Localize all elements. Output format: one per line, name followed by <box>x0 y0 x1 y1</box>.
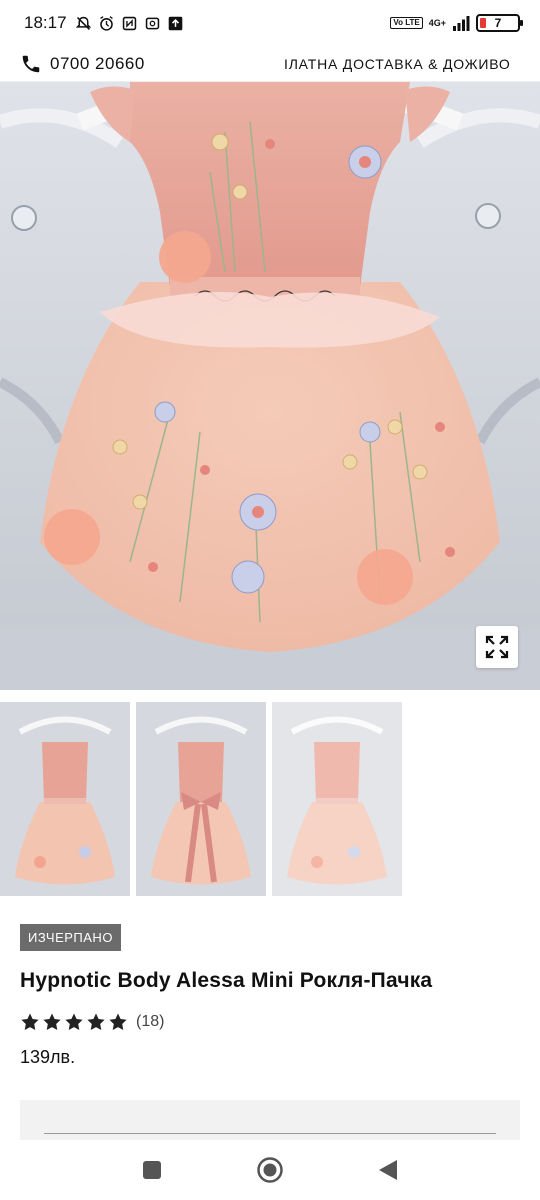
home-button[interactable] <box>256 1156 284 1184</box>
expand-icon <box>485 635 509 659</box>
expand-button[interactable] <box>476 626 518 668</box>
divider <box>44 1133 496 1134</box>
dress-photo <box>0 82 540 690</box>
info-bar: 0700 20660 ІЛАТНА ДОСТАВКА & ДОЖИВО <box>0 46 540 82</box>
signal-icon <box>453 16 470 31</box>
status-time: 18:17 <box>24 13 67 32</box>
alarm-icon <box>99 15 113 31</box>
main-product-image[interactable] <box>0 82 540 690</box>
phone-number: 0700 20660 <box>50 53 145 73</box>
back-button[interactable] <box>374 1156 402 1184</box>
phone-link[interactable]: 0700 20660 <box>0 53 270 75</box>
silent-icon <box>75 16 91 30</box>
thumbnail-front-light[interactable] <box>272 702 402 896</box>
nfc-icon <box>122 16 136 30</box>
system-nav-bar <box>0 1140 540 1200</box>
volte-icon: Vo LTE <box>390 17 423 29</box>
status-bar: 18:17 Vo LTE 4G+ 7 <box>0 0 540 46</box>
rating[interactable]: (18) <box>20 1012 164 1032</box>
star-icon <box>87 1013 105 1030</box>
review-count[interactable]: (18) <box>136 1013 164 1031</box>
star-icon <box>43 1013 61 1030</box>
gallery-notification-icon <box>145 17 159 29</box>
circle-icon <box>257 1157 283 1183</box>
upload-icon <box>168 16 182 30</box>
phone-icon <box>22 55 40 72</box>
product-title: Hypnotic Body Alessa Mini Рокля-Пачка <box>20 969 433 992</box>
promo-banner: ІЛАТНА ДОСТАВКА & ДОЖИВО <box>284 55 511 72</box>
star-icon <box>65 1013 83 1030</box>
star-icon <box>21 1013 39 1030</box>
recents-button[interactable] <box>138 1156 166 1184</box>
price: 139лв. <box>20 1047 76 1067</box>
thumbnail-front[interactable] <box>0 702 130 896</box>
network-type: 4G+ <box>428 17 446 28</box>
thumbnail-strip <box>0 702 540 896</box>
square-icon <box>143 1161 161 1179</box>
thumbnail-back[interactable] <box>136 702 266 896</box>
star-icon <box>109 1013 127 1030</box>
battery-level: 7 <box>494 16 502 30</box>
triangle-back-icon <box>379 1160 397 1180</box>
battery-icon: 7 <box>476 14 523 32</box>
sold-out-badge: ИЗЧЕРПАНО <box>20 924 121 951</box>
